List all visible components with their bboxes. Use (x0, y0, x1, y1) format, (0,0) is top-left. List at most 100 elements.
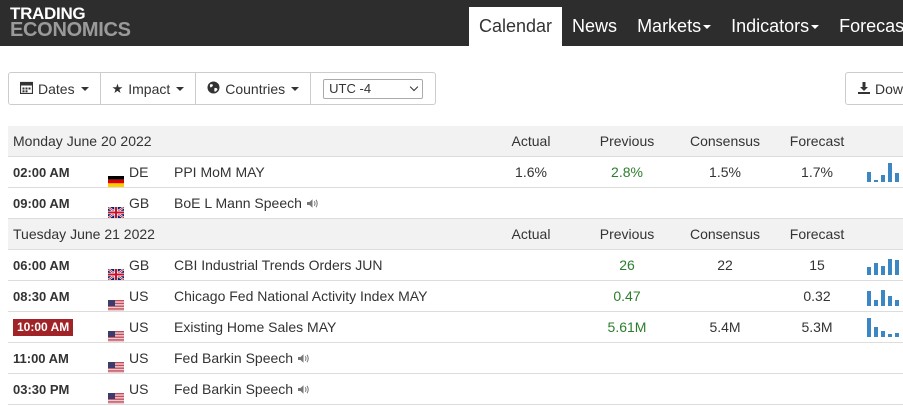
event-name: Fed Barkin Speech (174, 350, 294, 366)
event-name-link[interactable]: PPI MoM MAY (174, 157, 265, 188)
actual-value: 1.6% (515, 164, 547, 180)
caret-down-icon (703, 25, 712, 30)
country-code: GB (129, 257, 150, 273)
consensus-value: 1.5% (709, 164, 741, 180)
forecast-value[interactable]: 0.32 (777, 281, 857, 312)
nav-label: Forecast (839, 16, 903, 36)
country-code: US (129, 350, 149, 366)
column-header-actual[interactable]: Actual (491, 219, 571, 250)
event-name-link[interactable]: Fed Barkin Speech (174, 343, 310, 375)
event-name: Chicago Fed National Activity Index MAY (174, 288, 428, 304)
forecast-value[interactable]: 5.3M (777, 312, 857, 343)
speaker-icon (306, 189, 319, 220)
event-name: Existing Home Sales MAY (174, 319, 337, 335)
sparkline-bar (895, 333, 899, 337)
sparkline-bar (888, 259, 892, 275)
sparkline-svg (867, 318, 899, 337)
event-name-link[interactable]: Fed Barkin Speech (174, 374, 310, 406)
nav-label: Calendar (479, 16, 553, 36)
sparkline-svg (867, 259, 899, 275)
previous-value: 2.8% (611, 164, 643, 180)
date-header-row: Tuesday June 21 2022 Actual Previous Consen… (8, 219, 903, 250)
nav-label: Markets (637, 16, 702, 36)
sparkline-chart[interactable] (867, 163, 901, 182)
country-code: DE (129, 164, 149, 180)
timezone-value: UTC -4 (329, 81, 372, 96)
sparkline-bar (895, 260, 899, 275)
previous-value: 0.47 (613, 288, 641, 304)
sparkline-svg (867, 163, 899, 182)
event-name-link[interactable]: Chicago Fed National Activity Index MAY (174, 281, 427, 312)
event-name-link[interactable]: BoE L Mann Speech (174, 188, 319, 220)
date-header: Monday June 20 2022 (13, 133, 152, 149)
sparkline-bar (888, 296, 892, 306)
logo-line-2: ECONOMICS (10, 19, 131, 41)
table-row: 10:00 AM US Existing Home Sales MAY 5.61M 5.… (8, 312, 903, 343)
sparkline-bar (874, 327, 878, 337)
countries-label: Countries (225, 80, 286, 97)
nav-markets[interactable]: Markets (627, 7, 721, 46)
globe-icon (207, 81, 220, 97)
sparkline-bar (888, 163, 892, 182)
calendar-filter-toolbar: Dates ★ Impact Countries UTC -4 (8, 72, 437, 105)
top-navigation-bar: TRADING ECONOMICS Calendar News Markets Ind… (0, 0, 903, 46)
column-header-forecast[interactable]: Forecast (777, 126, 857, 157)
sparkline-bar (867, 318, 871, 337)
nav-indicators[interactable]: Indicators (721, 7, 829, 46)
sparkline-bar (867, 267, 871, 275)
column-header-consensus[interactable]: Consensus (685, 126, 765, 157)
column-header-previous[interactable]: Previous (587, 126, 667, 157)
column-header-consensus[interactable]: Consensus (685, 219, 765, 250)
previous-value: 5.61M (607, 319, 647, 335)
event-name: BoE L Mann Speech (174, 195, 302, 211)
sparkline-chart[interactable] (867, 318, 901, 337)
event-name: CBI Industrial Trends Orders JUN (174, 257, 383, 273)
sparkline-chart[interactable] (867, 256, 901, 275)
dates-dropdown-button[interactable]: Dates (9, 73, 101, 104)
sparkline-bar (881, 290, 885, 306)
sparkline-bar (881, 175, 885, 182)
sparkline-bar (874, 180, 878, 182)
nav-news[interactable]: News (562, 7, 627, 46)
countries-dropdown-button[interactable]: Countries (196, 73, 312, 104)
nav-forecast[interactable]: Forecast (829, 7, 903, 46)
sparkline-bar (888, 334, 892, 337)
column-header-actual[interactable]: Actual (491, 126, 571, 157)
flag-de-icon (108, 167, 124, 187)
sparkline-chart[interactable] (867, 287, 901, 306)
flag-gb-icon (107, 260, 125, 281)
event-time: 08:30 AM (13, 289, 70, 304)
timezone-select[interactable]: UTC -4 (323, 78, 424, 99)
sparkline-bar (874, 263, 878, 275)
nav-calendar[interactable]: Calendar (469, 7, 563, 46)
event-time: 06:00 AM (13, 258, 70, 273)
flag-us-icon (108, 291, 124, 311)
download-label: Download (875, 80, 903, 97)
timezone-select-wrapper: UTC -4 (311, 73, 435, 104)
event-name-link[interactable]: Existing Home Sales MAY (174, 312, 336, 343)
sparkline-svg (867, 290, 899, 306)
impact-dropdown-button[interactable]: ★ Impact (101, 73, 197, 104)
dates-label: Dates (38, 80, 75, 97)
sparkline-bar (867, 291, 871, 306)
sparkline-bar (874, 300, 878, 306)
trading-economics-logo[interactable]: TRADING ECONOMICS (10, 5, 131, 41)
table-row: 02:00 AM DE PPI MoM MAY 1.6% 2.8% 1.5% 1.7% (8, 157, 903, 188)
economic-calendar-table: Monday June 20 2022 Actual Previous Consens… (8, 126, 903, 405)
main-nav: Calendar News Markets Indicators Forecast (469, 7, 903, 46)
speaker-icon (297, 375, 310, 406)
forecast-value[interactable]: 1.7% (777, 157, 857, 188)
table-row: 11:00 AM US Fed Barkin Speech (8, 343, 903, 374)
event-name-link[interactable]: CBI Industrial Trends Orders JUN (174, 250, 383, 281)
caret-down-icon (811, 25, 820, 30)
column-header-previous[interactable]: Previous (587, 219, 667, 250)
download-button[interactable]: Download (845, 72, 903, 105)
column-header-forecast[interactable]: Forecast (777, 219, 857, 250)
forecast-value[interactable]: 15 (777, 250, 857, 281)
sparkline-bar (895, 173, 899, 182)
chevron-down-icon (409, 82, 419, 91)
caret-down-icon (80, 86, 89, 91)
event-time: 03:30 PM (13, 382, 70, 397)
country-code: US (129, 319, 149, 335)
event-name: Fed Barkin Speech (174, 381, 294, 397)
